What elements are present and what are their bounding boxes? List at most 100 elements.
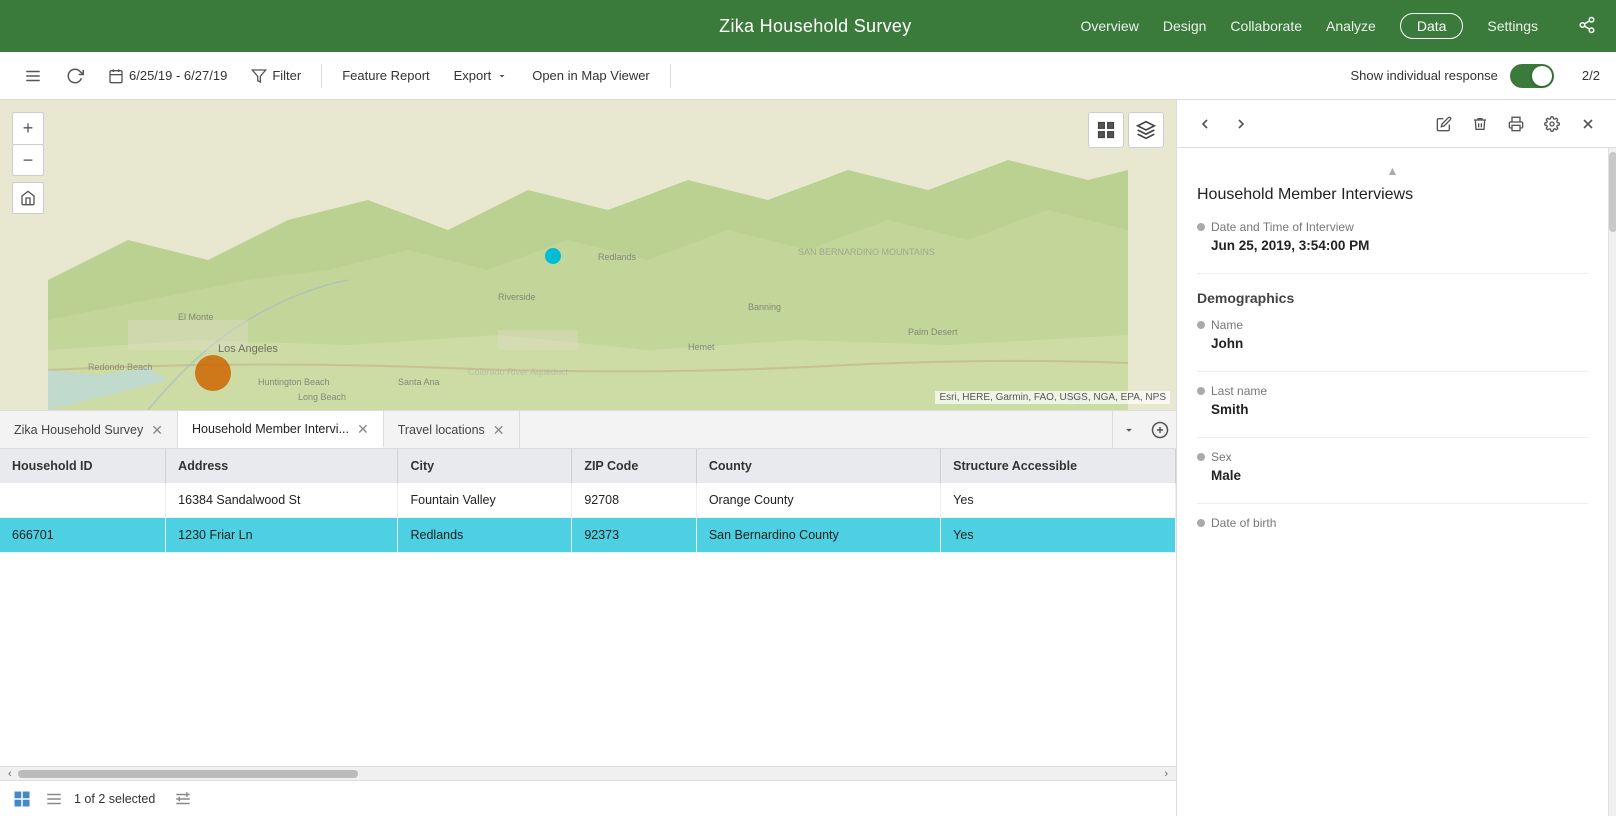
cell-zip-1: 92708 <box>572 483 697 518</box>
dob-field: Date of birth <box>1197 516 1588 530</box>
left-panel: Los Angeles Redlands Anaheim Riverside L… <box>0 100 1176 816</box>
scrollbar-thumb-right <box>1609 152 1616 232</box>
cell-zip-2: 92373 <box>572 518 697 553</box>
col-household-id[interactable]: Household ID <box>0 449 166 483</box>
main-content: Los Angeles Redlands Anaheim Riverside L… <box>0 100 1616 816</box>
dob-label: Date of birth <box>1197 516 1588 530</box>
top-navigation: Zika Household Survey Overview Design Co… <box>0 0 1616 52</box>
layers-button[interactable] <box>1128 112 1164 148</box>
share-icon[interactable] <box>1578 16 1596 37</box>
tab-zika-survey[interactable]: Zika Household Survey ✕ <box>0 411 178 448</box>
tab-household-member[interactable]: Household Member Intervi... ✕ <box>178 411 384 448</box>
map-container[interactable]: Los Angeles Redlands Anaheim Riverside L… <box>0 100 1176 410</box>
date-range-button[interactable]: 6/25/19 - 6/27/19 <box>100 64 235 88</box>
data-table-container[interactable]: Household ID Address City ZIP Code Count… <box>0 449 1176 766</box>
nav-overview[interactable]: Overview <box>1080 18 1138 34</box>
delete-button[interactable] <box>1464 108 1496 140</box>
list-view-icon[interactable] <box>42 787 66 811</box>
map-background: Los Angeles Redlands Anaheim Riverside L… <box>0 100 1176 410</box>
close-panel-button[interactable] <box>1572 108 1604 140</box>
svg-text:Santa Ana: Santa Ana <box>398 377 440 387</box>
scroll-left-arrow[interactable]: ‹ <box>4 768 16 780</box>
date-time-field: Date and Time of Interview Jun 25, 2019,… <box>1197 220 1588 253</box>
map-marker-teal[interactable] <box>545 248 561 264</box>
divider-2 <box>1197 371 1588 372</box>
print-button[interactable] <box>1500 108 1532 140</box>
refresh-button[interactable] <box>58 63 92 89</box>
zoom-out-button[interactable]: − <box>12 144 44 176</box>
show-individual-toggle[interactable] <box>1510 64 1554 88</box>
grid-view-icon[interactable] <box>10 787 34 811</box>
sex-value: Male <box>1211 468 1588 483</box>
scroll-right-arrow[interactable]: › <box>1160 768 1172 780</box>
filter-button[interactable]: Filter <box>243 64 309 88</box>
cell-accessible-1: Yes <box>941 483 1176 518</box>
col-zip[interactable]: ZIP Code <box>572 449 697 483</box>
scrollbar-thumb[interactable] <box>18 770 358 778</box>
svg-text:Long Beach: Long Beach <box>298 392 346 402</box>
map-layer-buttons <box>1088 112 1164 148</box>
svg-text:Redondo Beach: Redondo Beach <box>88 362 153 372</box>
col-accessible[interactable]: Structure Accessible <box>941 449 1176 483</box>
home-extent-button[interactable] <box>12 182 44 214</box>
toolbar-right: Show individual response 2/2 <box>1350 64 1600 88</box>
tabs-area: Zika Household Survey ✕ Household Member… <box>0 410 1176 816</box>
nav-collaborate[interactable]: Collaborate <box>1230 18 1302 34</box>
nav-settings[interactable]: Settings <box>1487 18 1538 34</box>
zoom-in-button[interactable]: + <box>12 112 44 144</box>
cell-address-2: 1230 Friar Ln <box>166 518 398 553</box>
nav-design[interactable]: Design <box>1163 18 1207 34</box>
table-row[interactable]: 666701 1230 Friar Ln Redlands 92373 San … <box>0 518 1176 553</box>
col-address[interactable]: Address <box>166 449 398 483</box>
map-marker-orange[interactable] <box>195 355 231 391</box>
nav-analyze[interactable]: Analyze <box>1326 18 1376 34</box>
svg-text:Riverside: Riverside <box>498 292 536 302</box>
edit-button[interactable] <box>1428 108 1460 140</box>
nav-data[interactable]: Data <box>1400 13 1464 39</box>
tab-zika-close-icon[interactable]: ✕ <box>151 423 163 437</box>
cell-city-2: Redlands <box>398 518 572 553</box>
date-time-value: Jun 25, 2019, 3:54:00 PM <box>1211 238 1588 253</box>
svg-text:El Monte: El Monte <box>178 312 214 322</box>
table-row[interactable]: 16384 Sandalwood St Fountain Valley 9270… <box>0 483 1176 518</box>
nav-prev-button[interactable] <box>1189 108 1221 140</box>
scroll-up-indicator: ▲ <box>1197 164 1588 178</box>
tab-dropdown-button[interactable] <box>1112 411 1144 448</box>
cell-accessible-2: Yes <box>941 518 1176 553</box>
filter-label: Filter <box>272 68 301 83</box>
tab-travel-locations[interactable]: Travel locations ✕ <box>384 411 520 448</box>
svg-text:SAN BERNARDINO MOUNTAINS: SAN BERNARDINO MOUNTAINS <box>798 247 935 257</box>
right-panel-scrollbar[interactable] <box>1608 148 1616 816</box>
tab-travel-close-icon[interactable]: ✕ <box>493 423 505 437</box>
right-panel: ▲ Household Member Interviews Date and T… <box>1176 100 1616 816</box>
col-county[interactable]: County <box>696 449 940 483</box>
nav-links: Overview Design Collaborate Analyze Data… <box>1080 13 1596 39</box>
show-individual-label: Show individual response <box>1350 68 1497 83</box>
map-zoom-controls: + − <box>12 112 44 214</box>
feature-report-label: Feature Report <box>342 68 429 83</box>
rp-section-title: Household Member Interviews <box>1197 186 1588 204</box>
horizontal-scrollbar[interactable]: ‹ › <box>0 766 1176 780</box>
col-city[interactable]: City <box>398 449 572 483</box>
menu-button[interactable] <box>16 63 50 89</box>
export-button[interactable]: Export <box>446 64 517 87</box>
lastname-label: Last name <box>1197 384 1588 398</box>
date-range-label: 6/25/19 - 6/27/19 <box>129 68 227 83</box>
add-tab-button[interactable] <box>1144 411 1176 449</box>
settings-button[interactable] <box>1536 108 1568 140</box>
nav-next-button[interactable] <box>1225 108 1257 140</box>
cell-city-1: Fountain Valley <box>398 483 572 518</box>
bottom-bar: 1 of 2 selected <box>0 780 1176 816</box>
date-time-label: Date and Time of Interview <box>1197 220 1588 234</box>
open-map-viewer-button[interactable]: Open in Map Viewer <box>524 64 658 87</box>
name-value: John <box>1211 336 1588 351</box>
basemap-button[interactable] <box>1088 112 1124 148</box>
table-options-icon[interactable] <box>171 787 195 811</box>
tab-household-label: Household Member Intervi... <box>192 422 349 436</box>
feature-report-button[interactable]: Feature Report <box>334 64 437 87</box>
app-title: Zika Household Survey <box>550 16 1080 37</box>
tab-household-close-icon[interactable]: ✕ <box>357 422 369 436</box>
cell-address-1: 16384 Sandalwood St <box>166 483 398 518</box>
sex-label: Sex <box>1197 450 1588 464</box>
separator-1 <box>321 64 322 88</box>
